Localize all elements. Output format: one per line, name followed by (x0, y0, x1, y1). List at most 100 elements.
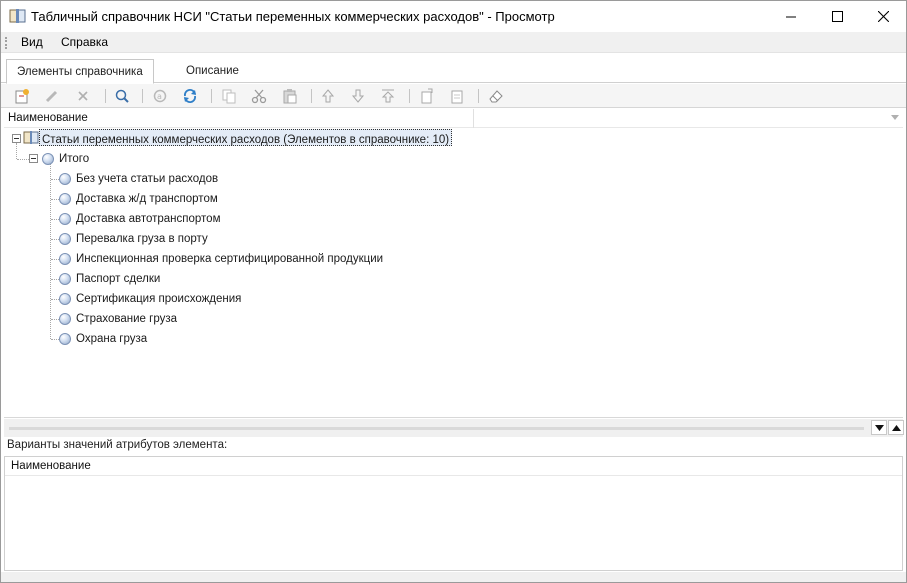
maximize-button[interactable] (814, 1, 860, 32)
book-icon (23, 131, 39, 144)
tree-connector (51, 319, 59, 320)
node-ball-icon (59, 293, 71, 305)
tree-item[interactable]: Без учета статьи расходов (76, 173, 218, 185)
collapse-group-icon[interactable] (29, 154, 38, 163)
panel-splitter[interactable] (4, 419, 904, 437)
attributes-column-name: Наименование (11, 460, 91, 472)
node-ball-icon (59, 173, 71, 185)
menu-bar: Вид Справка (1, 32, 906, 53)
find-icon (115, 89, 129, 103)
tree-item[interactable]: Доставка автотранспортом (76, 213, 220, 225)
node-ball-icon (59, 193, 71, 205)
node-ball-icon (59, 233, 71, 245)
move-down-button[interactable] (349, 87, 367, 105)
app-window: Табличный справочник НСИ "Статьи перемен… (0, 0, 907, 583)
node-ball-icon (59, 273, 71, 285)
sync-button[interactable]: a (151, 87, 169, 105)
minimize-button[interactable] (768, 1, 814, 32)
import-icon (451, 90, 463, 104)
arrow-up-icon (891, 424, 901, 431)
move-down-icon (351, 89, 365, 103)
svg-text:a: a (157, 92, 162, 101)
tree-connector (51, 299, 59, 300)
toolbar-separator (211, 89, 212, 103)
tree-connector (51, 339, 59, 340)
tree-connector (50, 164, 51, 339)
attributes-column-header[interactable]: Наименование (5, 457, 902, 476)
tree-connector (17, 159, 29, 160)
collapse-up-button[interactable] (888, 420, 904, 435)
book-icon (9, 9, 26, 23)
minimize-icon (786, 16, 796, 17)
delete-button[interactable] (74, 87, 92, 105)
collapse-root-icon[interactable] (12, 134, 21, 143)
node-ball-icon (59, 333, 71, 345)
edit-button[interactable] (43, 87, 61, 105)
maximize-icon (831, 11, 843, 22)
paste-button[interactable] (281, 87, 299, 105)
attributes-grid[interactable]: Наименование (4, 456, 903, 571)
edit-icon (45, 90, 58, 103)
toolbar-separator (409, 89, 410, 103)
move-top-button[interactable] (379, 87, 397, 105)
toolbar-separator (142, 89, 143, 103)
column-name: Наименование (8, 112, 88, 124)
tree-connector (51, 279, 59, 280)
tree-item[interactable]: Охрана груза (76, 333, 147, 345)
tree-connector (51, 199, 59, 200)
attributes-label: Варианты значений атрибутов элемента: (7, 439, 228, 451)
tree-item[interactable]: Страхование груза (76, 313, 177, 325)
close-button[interactable] (860, 1, 906, 32)
tree-column-header[interactable]: Наименование (4, 109, 903, 128)
column-divider[interactable] (473, 109, 474, 128)
tree-view[interactable]: Статьи переменных коммерческих расходов … (4, 128, 903, 418)
clear-button[interactable] (487, 87, 505, 105)
sync-icon: a (153, 89, 167, 103)
menu-view[interactable]: Вид (21, 35, 43, 49)
menu-grip (5, 37, 8, 49)
node-ball-icon (42, 153, 54, 165)
title-bar[interactable]: Табличный справочник НСИ "Статьи перемен… (1, 1, 906, 32)
close-icon (877, 11, 889, 22)
chevron-down-icon (891, 115, 899, 120)
tree-connector (51, 239, 59, 240)
arrow-down-icon (874, 424, 884, 431)
find-button[interactable] (113, 87, 131, 105)
tree-item[interactable]: Доставка ж/д транспортом (76, 193, 218, 205)
tree-connector (51, 179, 59, 180)
cut-icon (251, 89, 267, 104)
tab-description[interactable]: Описание (176, 59, 249, 83)
copy-button[interactable] (220, 87, 238, 105)
tree-item[interactable]: Паспорт сделки (76, 273, 160, 285)
menu-help[interactable]: Справка (61, 35, 108, 49)
copy-icon (222, 89, 236, 104)
refresh-button[interactable] (181, 87, 199, 105)
delete-icon (78, 91, 88, 101)
tree-root-node[interactable]: Статьи переменных коммерческих расходов … (39, 129, 453, 146)
cut-button[interactable] (250, 87, 268, 105)
tab-elements[interactable]: Элементы справочника (6, 59, 154, 84)
collapse-down-button[interactable] (871, 420, 887, 435)
toolbar-separator (311, 89, 312, 103)
tab-strip: Элементы справочника Описание (1, 53, 906, 84)
status-bar (1, 572, 906, 582)
tree-connector (51, 219, 59, 220)
refresh-icon (184, 89, 196, 103)
tree-item[interactable]: Сертификация происхождения (76, 293, 241, 305)
move-up-button[interactable] (319, 87, 337, 105)
tree-group-itogo[interactable]: Итого (59, 153, 89, 165)
toolbar-separator (105, 89, 106, 103)
import-button[interactable] (448, 87, 466, 105)
move-top-icon (381, 89, 395, 103)
tree-item[interactable]: Инспекционная проверка сертифицированной… (76, 253, 383, 265)
tree-root-label: Статьи переменных коммерческих расходов … (42, 134, 450, 146)
splitter-track[interactable] (9, 427, 864, 430)
export-icon (421, 88, 433, 104)
window-title: Табличный справочник НСИ "Статьи перемен… (31, 9, 555, 24)
export-button[interactable] (418, 87, 436, 105)
tree-item[interactable]: Перевалка груза в порту (76, 233, 208, 245)
new-element-icon (15, 89, 29, 104)
tree-connector (16, 143, 17, 159)
new-element-button[interactable] (13, 87, 31, 105)
eraser-icon (489, 90, 503, 103)
